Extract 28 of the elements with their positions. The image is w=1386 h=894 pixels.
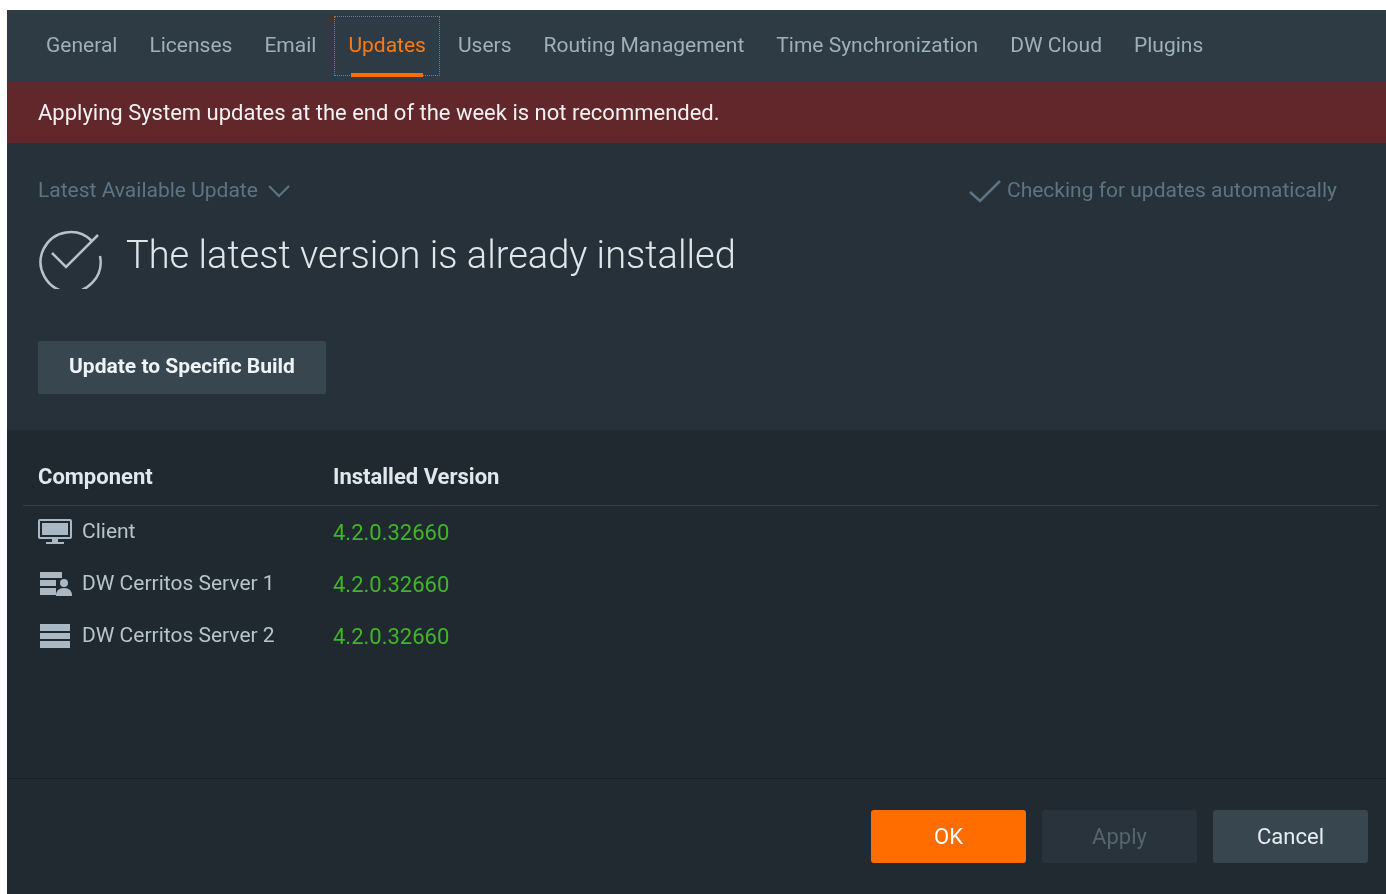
update-source-dropdown[interactable]: Latest Available Update bbox=[38, 175, 290, 207]
tab[interactable]: DW Cloud bbox=[995, 10, 1117, 82]
tab[interactable]: Licenses bbox=[134, 10, 248, 82]
specific-build-button[interactable]: Update to Specific Build bbox=[38, 340, 326, 394]
chevron-icon bbox=[267, 183, 290, 198]
dialog-button[interactable]: Cancel bbox=[1213, 810, 1368, 863]
server-icon bbox=[38, 623, 72, 649]
column-header: Component bbox=[37, 463, 154, 491]
version-cell-text: 4.2.0.32660 bbox=[333, 622, 450, 651]
component-name: Client bbox=[82, 518, 136, 546]
tab[interactable]: Updates bbox=[333, 15, 441, 77]
component-name: DW Cerritos Server 1 bbox=[82, 570, 275, 598]
tab[interactable]: Users bbox=[442, 10, 527, 82]
tab[interactable]: General bbox=[31, 10, 133, 82]
server-user-icon bbox=[38, 571, 72, 597]
warning-text: Applying System updates at the end of the week is not recommended. bbox=[38, 99, 720, 127]
version-cell-text: 4.2.0.32660 bbox=[333, 570, 450, 599]
tab[interactable]: Plugins bbox=[1119, 10, 1219, 82]
tab[interactable]: Time Synchronization bbox=[761, 10, 994, 82]
dialog-button[interactable]: OK bbox=[871, 810, 1026, 863]
column-header: Installed Version bbox=[333, 463, 500, 491]
tab[interactable]: Email bbox=[249, 10, 332, 82]
auto-check-label: Checking for updates automatically bbox=[1006, 177, 1337, 204]
tab[interactable]: Routing Management bbox=[528, 10, 760, 82]
monitor-icon bbox=[38, 519, 72, 545]
version-cell-text: 4.2.0.32660 bbox=[333, 518, 450, 547]
component-name: DW Cerritos Server 2 bbox=[82, 622, 275, 650]
status-heading: The latest version is already installed bbox=[126, 232, 736, 279]
